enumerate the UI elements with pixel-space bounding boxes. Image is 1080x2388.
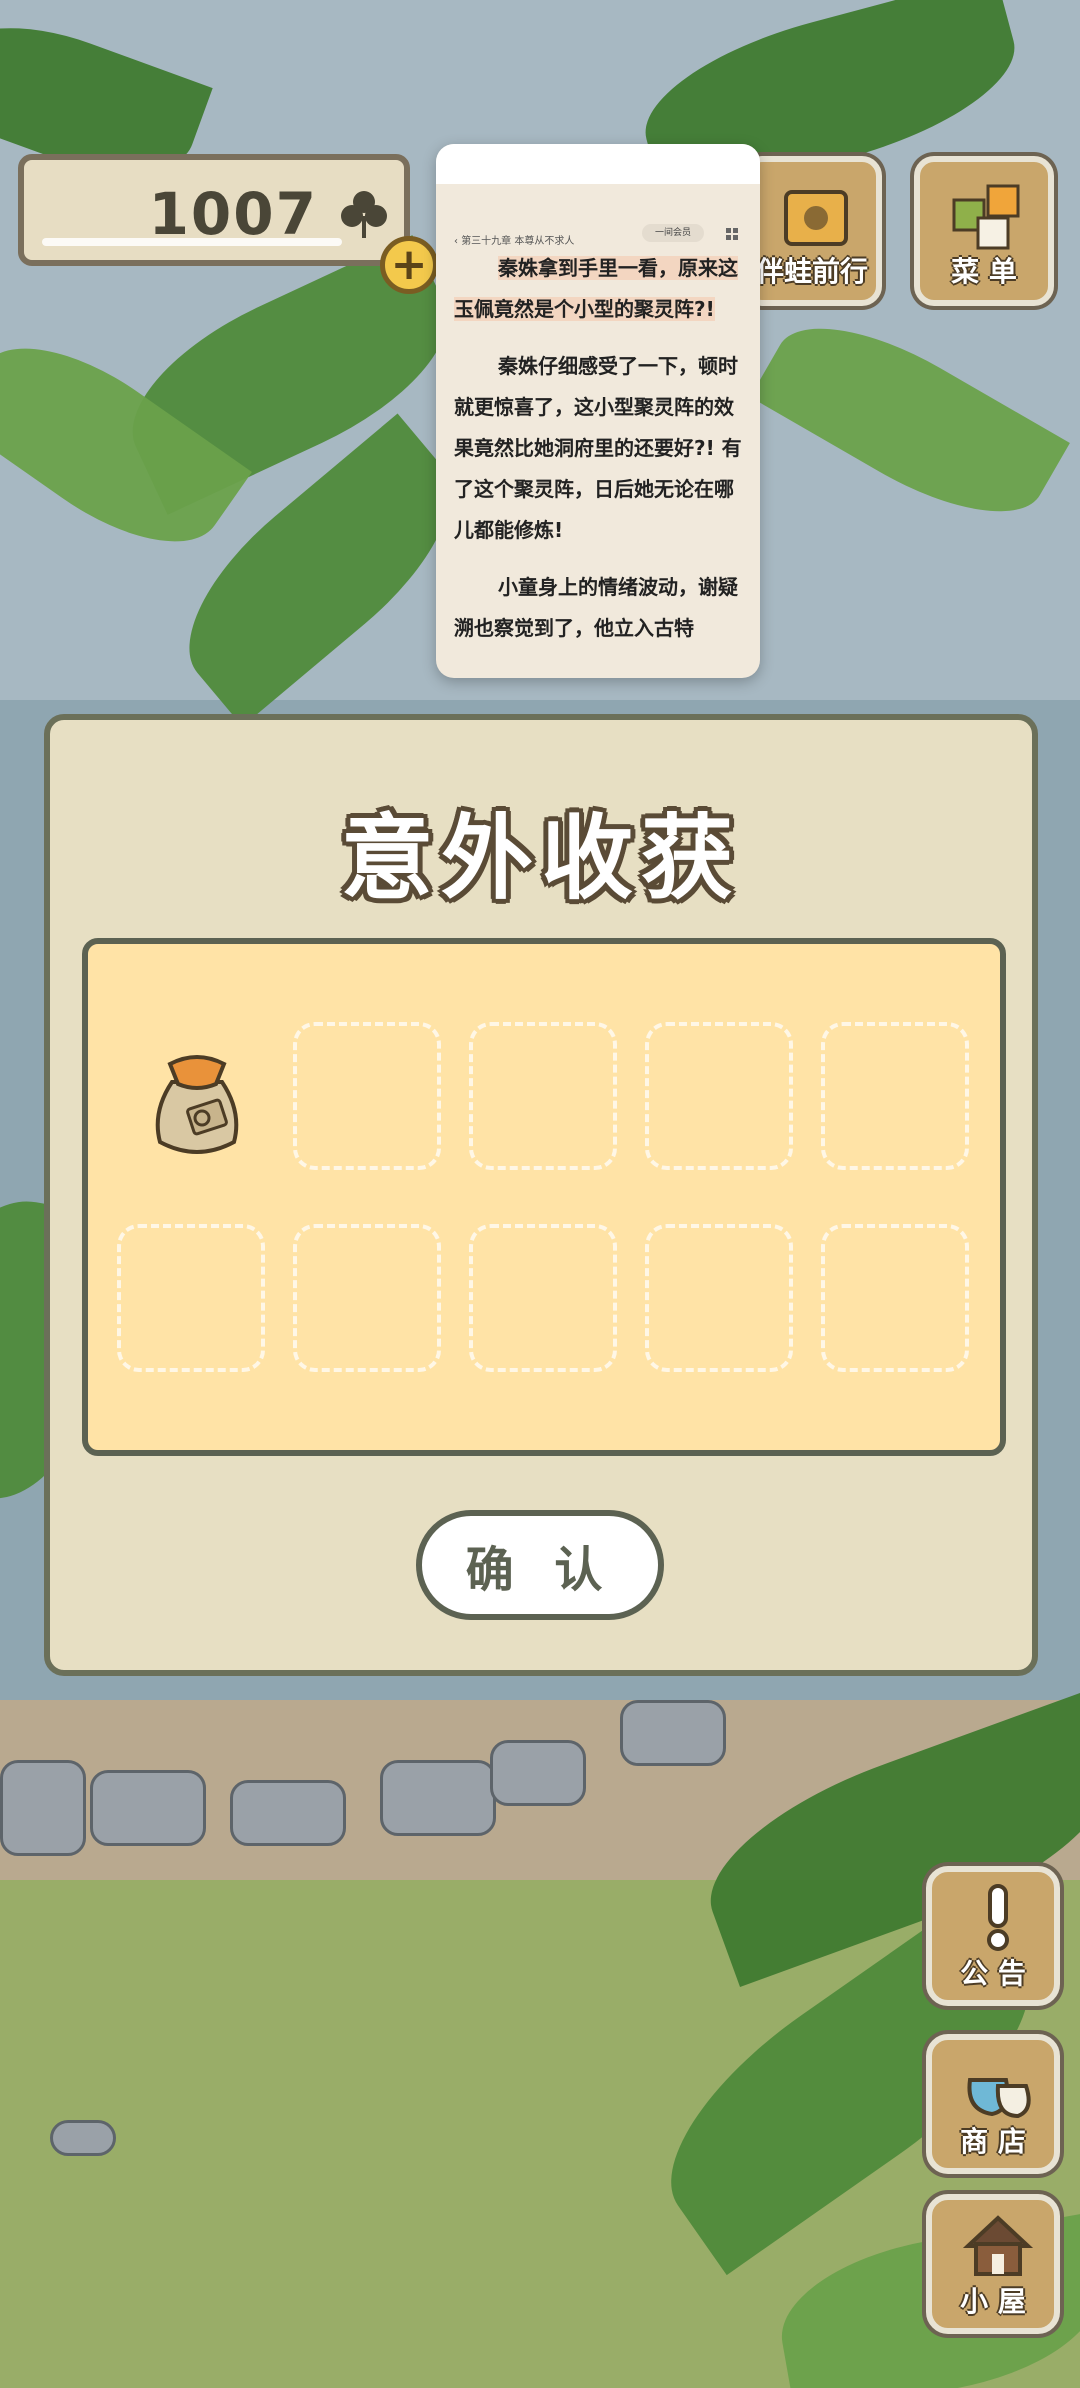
menu-button[interactable]: 菜 单 <box>914 156 1054 306</box>
postcard-icon <box>784 190 848 246</box>
chapter-title: ‹ 第三十九章 本尊从不求人 <box>454 236 575 247</box>
house-label: 小 屋 <box>960 2285 1026 2318</box>
chapter-name: 第三十九章 本尊从不求人 <box>461 236 575 247</box>
rock <box>620 1700 726 1766</box>
paragraph: 小童身上的情绪波动，谢疑溯也察觉到了，他立入古特 <box>454 575 738 640</box>
travel-label: 伴蛙前行 <box>755 255 868 288</box>
paragraph: 秦姝拿到手里一看，原来这玉佩竟然是个小型的聚灵阵?! <box>454 248 744 330</box>
rock <box>0 1760 86 1856</box>
clover-icon <box>341 191 387 238</box>
empty-slot[interactable] <box>821 1022 969 1170</box>
item-grid <box>82 938 1006 1456</box>
empty-slot[interactable] <box>117 1224 265 1372</box>
bag-icon <box>155 1055 239 1154</box>
notice-button[interactable]: 公 告 <box>926 1866 1060 2006</box>
rock <box>230 1780 346 1846</box>
reward-dialog: 意外收获 确 认 <box>44 714 1038 1676</box>
menu-label: 菜 单 <box>951 255 1017 288</box>
empty-slot[interactable] <box>293 1022 441 1170</box>
empty-slot[interactable] <box>293 1224 441 1372</box>
shop-label: 商 店 <box>960 2125 1026 2158</box>
reader-text: 秦姝拿到手里一看，原来这玉佩竟然是个小型的聚灵阵?! 秦姝仔细感受了一下，顿时就… <box>454 248 744 665</box>
empty-slot[interactable] <box>645 1224 793 1372</box>
house-icon <box>962 2215 1034 2276</box>
audio-label: 一间会员 <box>654 228 691 238</box>
clover-counter: 1007 <box>18 154 410 266</box>
rock <box>380 1760 496 1836</box>
rock <box>490 1740 586 1806</box>
rock <box>50 2120 116 2156</box>
notice-label: 公 告 <box>960 1957 1026 1990</box>
menu-icon <box>952 184 1020 250</box>
highlighted-text: 秦姝拿到手里一看，原来这玉佩竟然是个小型的聚灵阵?! <box>454 256 738 321</box>
travel-button[interactable]: 伴蛙前行 <box>742 156 882 306</box>
coin-bar <box>42 238 342 246</box>
empty-slot[interactable] <box>469 1022 617 1170</box>
paragraph: 秦姝仔细感受了一下，顿时就更惊喜了，这小型聚灵阵的效果竟然比她洞府里的还要好?!… <box>454 354 742 542</box>
empty-slot[interactable] <box>645 1022 793 1170</box>
dialog-title: 意外收获 <box>340 805 741 912</box>
add-clover-button[interactable]: + <box>380 236 438 294</box>
audio-button[interactable]: 一间会员 <box>642 224 704 242</box>
item-slot[interactable] <box>118 1022 266 1170</box>
exclamation-icon <box>987 1884 1009 1951</box>
shop-button[interactable]: 商 店 <box>926 2034 1060 2174</box>
reader-title-bar[interactable] <box>436 144 760 184</box>
rock <box>90 1770 206 1846</box>
grid-icon[interactable] <box>726 228 738 240</box>
floating-reader-window[interactable]: ‹ 第三十九章 本尊从不求人 一间会员 秦姝拿到手里一看，原来这玉佩竟然是个小型… <box>436 144 760 678</box>
empty-slot[interactable] <box>469 1224 617 1372</box>
confirm-button[interactable]: 确 认 <box>416 1510 664 1620</box>
house-button[interactable]: 小 屋 <box>926 2194 1060 2334</box>
empty-slot[interactable] <box>821 1224 969 1372</box>
shop-bag-icon <box>967 2078 1031 2119</box>
